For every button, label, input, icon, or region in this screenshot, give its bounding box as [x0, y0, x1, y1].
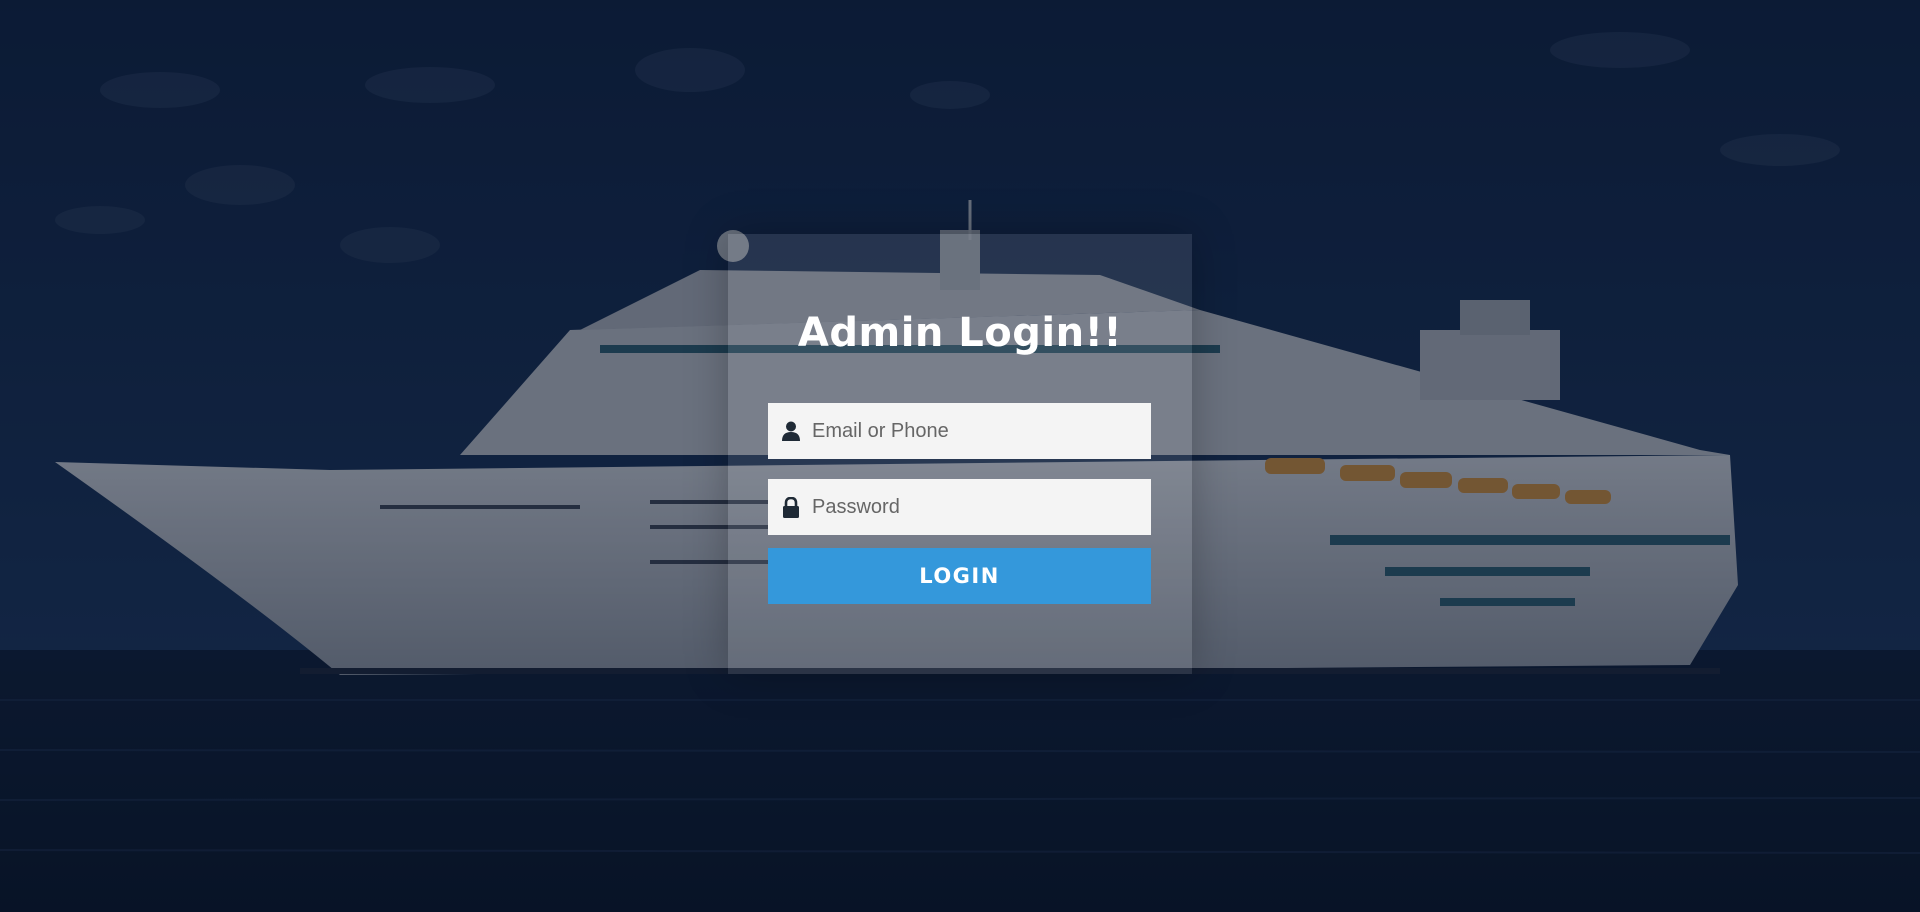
user-icon	[780, 420, 802, 442]
email-input[interactable]	[812, 403, 1151, 459]
email-field[interactable]	[768, 403, 1151, 459]
login-button[interactable]: LOGIN	[768, 548, 1151, 604]
login-title: Admin Login!!	[797, 310, 1123, 356]
password-field[interactable]	[768, 479, 1151, 535]
lock-icon	[780, 496, 802, 518]
password-input[interactable]	[812, 479, 1151, 535]
login-card: Admin Login!! LOGIN	[728, 234, 1192, 674]
login-page: Admin Login!! LOGIN	[0, 0, 1920, 912]
